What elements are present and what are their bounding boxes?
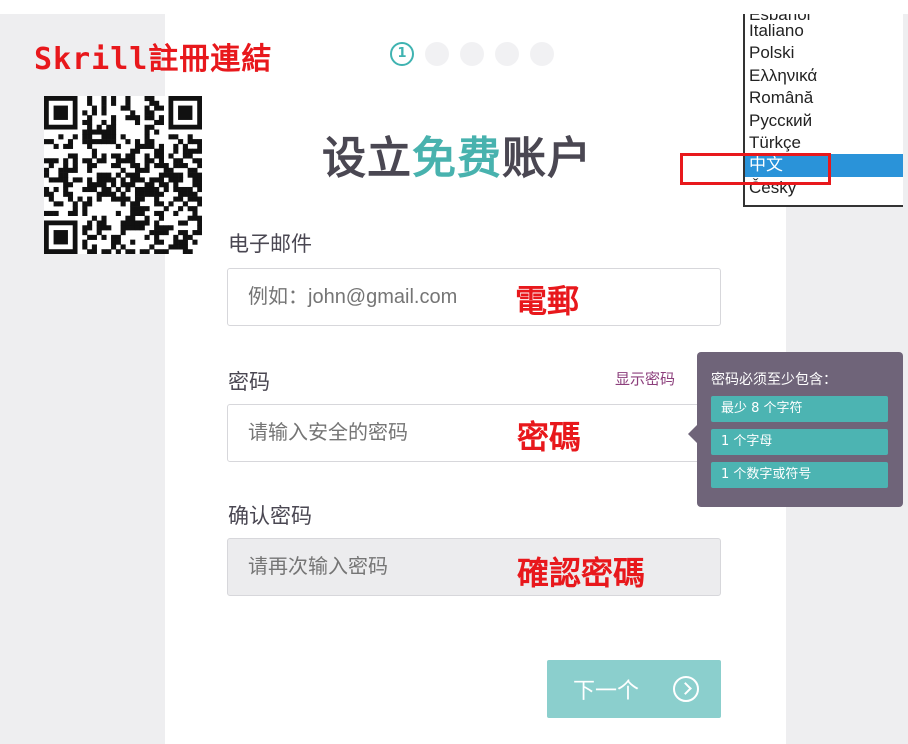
- next-button-label: 下一个: [573, 679, 640, 704]
- step-3: [460, 42, 484, 66]
- language-option[interactable]: Română: [745, 87, 903, 109]
- step-1: 1: [390, 42, 414, 66]
- language-option[interactable]: Polski: [745, 42, 903, 64]
- next-button[interactable]: 下一个: [547, 660, 721, 718]
- email-input[interactable]: [227, 268, 721, 326]
- title-part-2: 账户: [502, 133, 592, 184]
- step-5: [530, 42, 554, 66]
- qr-code: [44, 96, 202, 254]
- step-4: [495, 42, 519, 66]
- rule-number-or-symbol: 1 个数字或符号: [711, 462, 888, 488]
- email-annotation: 電郵: [515, 282, 580, 320]
- password-requirements-tooltip: 密码必须至少包含： 最少 8 个字符 1 个字母 1 个数字或符号: [688, 352, 903, 507]
- confirm-password-label: 确认密码: [228, 504, 312, 528]
- page-title: 设立免费账户: [322, 122, 592, 186]
- language-option[interactable]: Türkçe: [745, 132, 903, 154]
- password-input[interactable]: [227, 404, 721, 462]
- show-password-link[interactable]: 显示密码: [615, 368, 675, 389]
- title-part-1: 设立: [322, 133, 412, 184]
- email-label: 电子邮件: [228, 232, 312, 256]
- language-option[interactable]: Ελληνικά: [745, 65, 903, 87]
- step-indicator: 1: [390, 42, 554, 66]
- rule-min-chars: 最少 8 个字符: [711, 396, 888, 422]
- selected-language-highlight-box: [680, 153, 831, 185]
- confirm-password-annotation: 確認密碼: [517, 554, 646, 592]
- language-option[interactable]: Italiano: [745, 20, 903, 42]
- tooltip-title: 密码必须至少包含：: [711, 372, 837, 388]
- language-option[interactable]: Русский: [745, 110, 903, 132]
- password-annotation: 密碼: [517, 418, 582, 456]
- password-label: 密码: [228, 370, 270, 394]
- chevron-right-icon: [673, 676, 700, 702]
- rule-one-letter: 1 个字母: [711, 429, 888, 455]
- promo-annotation: Skrill註冊連結: [34, 42, 273, 77]
- step-2: [425, 42, 449, 66]
- title-accent: 免费: [412, 133, 502, 184]
- confirm-password-input[interactable]: [227, 538, 721, 596]
